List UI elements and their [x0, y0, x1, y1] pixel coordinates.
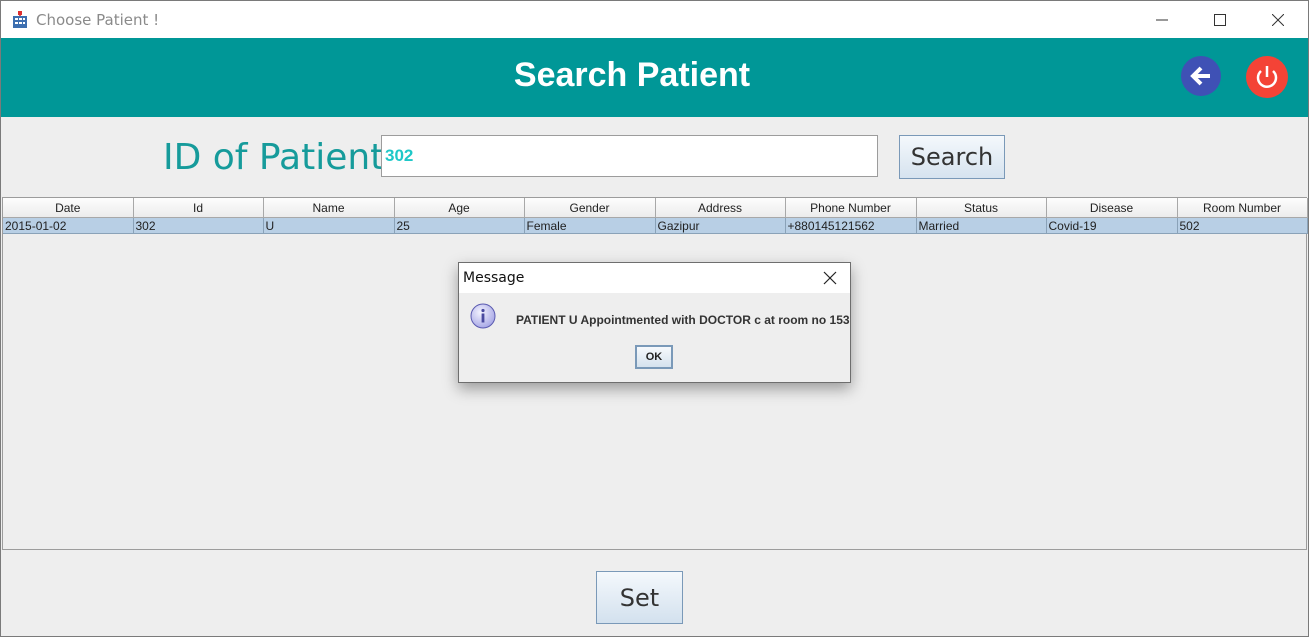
- table-cell[interactable]: Female: [524, 217, 656, 234]
- minimize-icon: [1156, 19, 1168, 20]
- power-icon: [1256, 66, 1278, 88]
- close-window-button[interactable]: [1249, 1, 1307, 38]
- header-bar: Search Patient: [1, 38, 1308, 117]
- page-title: Search Patient: [513, 56, 751, 94]
- close-icon: [1272, 13, 1284, 26]
- column-header-age[interactable]: Age: [394, 198, 525, 218]
- dialog-title-bar: Message: [459, 263, 850, 293]
- table-cell[interactable]: Covid-19: [1046, 217, 1178, 234]
- column-header-address[interactable]: Address: [655, 198, 786, 218]
- back-button[interactable]: [1181, 56, 1221, 96]
- search-button[interactable]: Search: [899, 135, 1005, 179]
- column-header-status[interactable]: Status: [916, 198, 1047, 218]
- column-header-room-number[interactable]: Room Number: [1177, 198, 1308, 218]
- patient-id-label: ID of Patient: [163, 137, 385, 178]
- column-header-date[interactable]: Date: [3, 198, 134, 218]
- message-dialog: Message PATIENT U Appointmented with DOC…: [458, 262, 851, 383]
- table-cell[interactable]: +880145121562: [785, 217, 917, 234]
- dialog-title: Message: [463, 270, 525, 286]
- table-cell[interactable]: Gazipur: [655, 217, 786, 234]
- dialog-close-button[interactable]: [819, 267, 841, 289]
- window-title: Choose Patient !: [36, 11, 160, 29]
- set-button[interactable]: Set: [596, 571, 683, 624]
- column-header-gender[interactable]: Gender: [524, 198, 656, 218]
- table-header-row: Date Id Name Age Gender Address Phone Nu…: [3, 198, 1308, 218]
- maximize-icon: [1214, 13, 1226, 26]
- table-row[interactable]: 2015-01-02 302 U 25 Female Gazipur +8801…: [3, 217, 1308, 234]
- dialog-message: PATIENT U Appointmented with DOCTOR c at…: [516, 313, 850, 327]
- minimize-button[interactable]: [1133, 1, 1191, 38]
- column-header-name[interactable]: Name: [263, 198, 395, 218]
- close-icon: [823, 271, 837, 285]
- table-cell[interactable]: 2015-01-02: [3, 217, 134, 234]
- patient-id-input[interactable]: [381, 135, 878, 177]
- table-cell[interactable]: U: [263, 217, 395, 234]
- power-button[interactable]: [1246, 56, 1288, 98]
- hospital-icon: [11, 10, 29, 29]
- maximize-button[interactable]: [1191, 1, 1249, 38]
- table-cell[interactable]: 25: [394, 217, 525, 234]
- app-window: Choose Patient ! Search Patient ID of Pa…: [0, 0, 1309, 637]
- ok-button[interactable]: OK: [635, 345, 673, 369]
- info-icon: [470, 303, 496, 329]
- column-header-phone-number[interactable]: Phone Number: [785, 198, 917, 218]
- table-cell[interactable]: 302: [133, 217, 264, 234]
- arrow-left-icon: [1190, 66, 1210, 86]
- column-header-id[interactable]: Id: [133, 198, 264, 218]
- title-bar: Choose Patient !: [1, 1, 1308, 38]
- table-cell[interactable]: 502: [1177, 217, 1308, 234]
- column-header-disease[interactable]: Disease: [1046, 198, 1178, 218]
- table-cell[interactable]: Married: [916, 217, 1047, 234]
